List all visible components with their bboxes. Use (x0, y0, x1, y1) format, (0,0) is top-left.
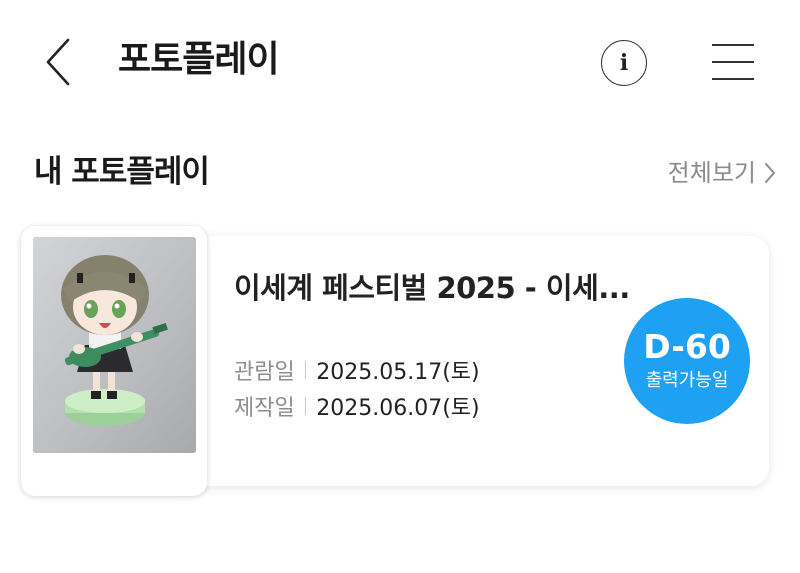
divider (304, 397, 307, 415)
chevron-right-icon (765, 163, 775, 183)
menu-button[interactable] (712, 44, 754, 82)
chevron-left-icon (46, 38, 70, 86)
viewing-date-value: 2025.05.17(토) (316, 360, 480, 385)
page-title: 포토플레이 (118, 39, 280, 80)
created-date-row: 제작일 2025.06.07(토) (234, 389, 480, 423)
card-title: 이세계 페스티벌 2025 - 이세... (234, 271, 630, 305)
figure-photo-thumbnail (33, 237, 196, 453)
section-title: 내 포토플레이 (34, 154, 210, 190)
back-button[interactable] (36, 36, 80, 88)
info-button[interactable]: i (601, 40, 647, 86)
dday-count: D-60 (643, 327, 731, 366)
created-date-value: 2025.06.07(토) (316, 396, 480, 421)
view-all-label: 전체보기 (667, 159, 756, 187)
top-bar: 포토플레이 i (0, 0, 800, 120)
divider (304, 361, 307, 379)
created-date-label: 제작일 (234, 396, 295, 421)
dday-caption: 출력가능일 (645, 370, 729, 391)
dday-badge: D-60 출력가능일 (624, 298, 750, 424)
view-all-link[interactable]: 전체보기 (668, 154, 776, 192)
figure-photo (33, 237, 196, 453)
hamburger-menu-icon (712, 44, 754, 47)
photo-thumbnail-frame[interactable] (21, 226, 207, 496)
viewing-date-label: 관람일 (234, 360, 295, 385)
hamburger-menu-icon-line (712, 61, 754, 64)
info-icon: i (619, 50, 629, 76)
viewing-date-row: 관람일 2025.05.17(토) (234, 353, 480, 387)
hamburger-menu-icon-line (712, 78, 754, 81)
